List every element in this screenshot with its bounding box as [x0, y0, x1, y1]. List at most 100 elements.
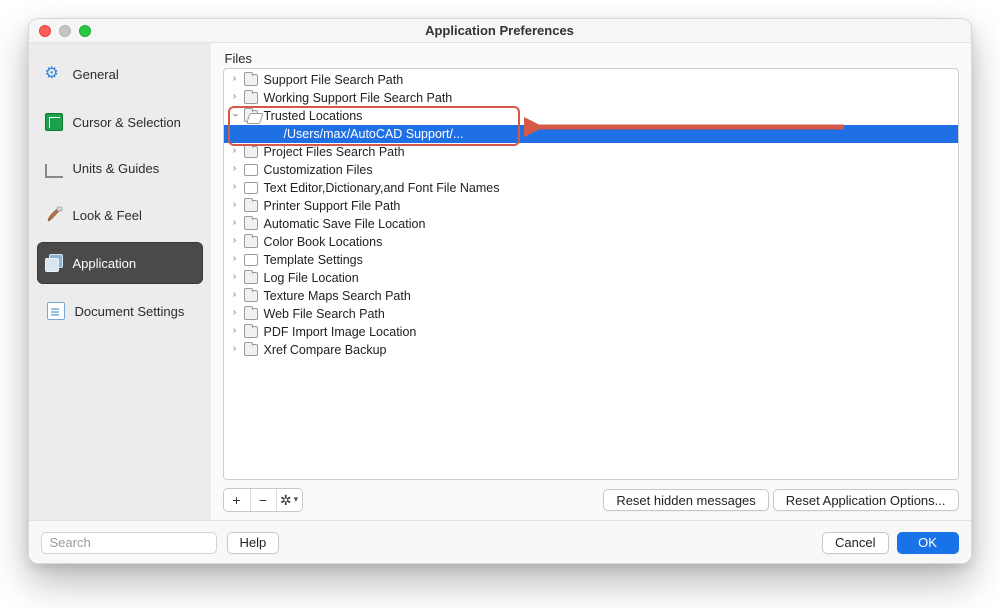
- tree-row[interactable]: › Support File Search Path: [224, 71, 958, 89]
- tree-row[interactable]: › Working Support File Search Path: [224, 89, 958, 107]
- section-label-files: Files: [225, 51, 959, 66]
- application-icon: [45, 254, 63, 272]
- folder-icon: [244, 92, 258, 104]
- sidebar-item-units-guides[interactable]: Units & Guides: [37, 149, 203, 188]
- window-controls: [39, 25, 91, 37]
- titlebar: Application Preferences: [29, 19, 971, 43]
- folder-icon: [244, 272, 258, 284]
- files-tree[interactable]: › Support File Search Path › Working Suppor…: [223, 68, 959, 480]
- tree-row-label: Log File Location: [264, 269, 359, 287]
- tree-row-label: Color Book Locations: [264, 233, 383, 251]
- chevron-right-icon[interactable]: ›: [228, 142, 242, 160]
- tree-row[interactable]: › Xref Compare Backup: [224, 341, 958, 359]
- tree-row[interactable]: › Printer Support File Path: [224, 197, 958, 215]
- chevron-right-icon[interactable]: ›: [228, 286, 242, 304]
- window-title: Application Preferences: [425, 23, 574, 38]
- tree-row-label: Support File Search Path: [264, 71, 404, 89]
- tree-row[interactable]: › PDF Import Image Location: [224, 323, 958, 341]
- chevron-right-icon[interactable]: ›: [228, 178, 242, 196]
- tree-row-label: Text Editor,Dictionary,and Font File Nam…: [264, 179, 500, 197]
- tree-row-label: PDF Import Image Location: [264, 323, 417, 341]
- sidebar-item-general[interactable]: General: [37, 53, 203, 95]
- tree-row-label: Template Settings: [264, 251, 363, 269]
- sidebar-item-document-settings[interactable]: Document Settings: [37, 290, 203, 332]
- sidebar-item-label: Units & Guides: [73, 161, 160, 176]
- reset-application-options-button[interactable]: Reset Application Options...: [773, 489, 959, 511]
- chevron-right-icon[interactable]: ›: [228, 70, 242, 88]
- chevron-down-icon[interactable]: ›: [226, 108, 244, 122]
- tree-row[interactable]: › Trusted Locations: [224, 107, 958, 125]
- sidebar: General Cursor & Selection Units & Guide…: [29, 43, 211, 520]
- reset-hidden-messages-button[interactable]: Reset hidden messages: [603, 489, 768, 511]
- gear-icon: ✲: [280, 492, 292, 509]
- document-icon: [244, 164, 258, 176]
- chevron-right-icon[interactable]: ›: [228, 304, 242, 322]
- remove-button[interactable]: −: [250, 489, 276, 511]
- chevron-right-icon[interactable]: ›: [228, 214, 242, 232]
- chevron-right-icon[interactable]: ›: [228, 250, 242, 268]
- zoom-window-icon[interactable]: [79, 25, 91, 37]
- chevron-right-icon[interactable]: ›: [228, 322, 242, 340]
- tree-row-label: Automatic Save File Location: [264, 215, 426, 233]
- chevron-right-icon[interactable]: ›: [228, 268, 242, 286]
- folder-icon: [244, 308, 258, 320]
- cursor-icon: [45, 113, 63, 131]
- folder-icon: [244, 344, 258, 356]
- sidebar-item-label: Application: [73, 256, 137, 271]
- tree-row-label: Working Support File Search Path: [264, 89, 453, 107]
- folder-icon: [244, 74, 258, 86]
- minimize-window-icon[interactable]: [59, 25, 71, 37]
- document-icon: [47, 302, 65, 320]
- folder-open-icon: [244, 110, 258, 122]
- chevron-right-icon[interactable]: ›: [228, 160, 242, 178]
- sidebar-item-label: Document Settings: [75, 304, 185, 319]
- sidebar-item-label: General: [73, 67, 119, 82]
- chevron-right-icon[interactable]: ›: [228, 196, 242, 214]
- gear-icon: [45, 65, 63, 83]
- folder-icon: [244, 200, 258, 212]
- document-icon: [244, 182, 258, 194]
- tree-row[interactable]: › Text Editor,Dictionary,and Font File Na…: [224, 179, 958, 197]
- chevron-right-icon[interactable]: ›: [228, 88, 242, 106]
- chevron-down-icon: ▾: [294, 494, 299, 505]
- tree-edit-buttons: + − ✲▾: [223, 488, 303, 512]
- tree-row[interactable]: › Project Files Search Path: [224, 143, 958, 161]
- cancel-button[interactable]: Cancel: [822, 532, 888, 554]
- close-window-icon[interactable]: [39, 25, 51, 37]
- tree-row[interactable]: › Template Settings: [224, 251, 958, 269]
- sidebar-item-cursor-selection[interactable]: Cursor & Selection: [37, 101, 203, 143]
- tree-row-label: Project Files Search Path: [264, 143, 405, 161]
- document-icon: [244, 254, 258, 266]
- help-button[interactable]: Help: [227, 532, 280, 554]
- tree-row-label: Customization Files: [264, 161, 373, 179]
- tree-row[interactable]: › Texture Maps Search Path: [224, 287, 958, 305]
- chevron-right-icon[interactable]: ›: [228, 232, 242, 250]
- folder-icon: [244, 326, 258, 338]
- folder-icon: [244, 146, 258, 158]
- ok-button[interactable]: OK: [897, 532, 959, 554]
- tree-row-label: Texture Maps Search Path: [264, 287, 411, 305]
- search-input[interactable]: [41, 532, 217, 554]
- tree-row[interactable]: › Customization Files: [224, 161, 958, 179]
- tree-row[interactable]: › Web File Search Path: [224, 305, 958, 323]
- preferences-window: Application Preferences General Cursor &…: [28, 18, 972, 564]
- sidebar-item-application[interactable]: Application: [37, 242, 203, 284]
- actions-menu-button[interactable]: ✲▾: [276, 489, 302, 511]
- sidebar-item-label: Look & Feel: [73, 208, 142, 223]
- add-button[interactable]: +: [224, 489, 250, 511]
- chevron-right-icon[interactable]: ›: [228, 340, 242, 358]
- ruler-icon: [45, 164, 63, 178]
- tree-row-label: Printer Support File Path: [264, 197, 401, 215]
- tree-row-label: Xref Compare Backup: [264, 341, 387, 359]
- sidebar-item-look-feel[interactable]: Look & Feel: [37, 194, 203, 236]
- tree-row[interactable]: › Color Book Locations: [224, 233, 958, 251]
- tree-row-label: Trusted Locations: [264, 107, 363, 125]
- folder-icon: [244, 236, 258, 248]
- footer: Help Cancel OK: [29, 520, 971, 564]
- tree-row-label: Web File Search Path: [264, 305, 385, 323]
- tree-row[interactable]: /Users/max/AutoCAD Support/...: [224, 125, 958, 143]
- tree-row-label: /Users/max/AutoCAD Support/...: [284, 125, 464, 143]
- tree-row[interactable]: › Log File Location: [224, 269, 958, 287]
- sidebar-item-label: Cursor & Selection: [73, 115, 181, 130]
- tree-row[interactable]: › Automatic Save File Location: [224, 215, 958, 233]
